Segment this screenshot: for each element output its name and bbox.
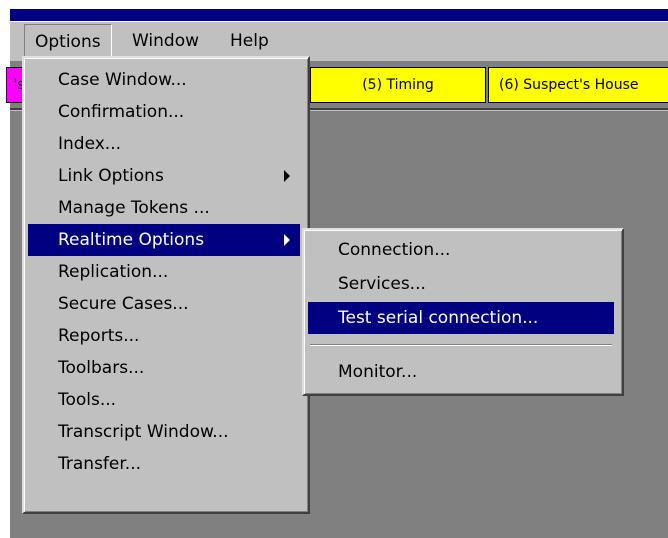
menu-options[interactable]: Options [24, 24, 112, 60]
menu-item-index[interactable]: Index... [28, 128, 300, 160]
menu-item-reports[interactable]: Reports... [28, 320, 300, 352]
menu-item-replication[interactable]: Replication... [28, 256, 300, 288]
submenu-separator [310, 344, 612, 346]
menu-item-transcript-window[interactable]: Transcript Window... [28, 416, 300, 448]
options-menu: Case Window... Confirmation... Index... … [22, 56, 310, 514]
menu-help[interactable]: Help [220, 22, 279, 60]
menu-item-realtime-options[interactable]: Realtime Options [28, 224, 300, 256]
submenu-item-monitor[interactable]: Monitor... [308, 356, 614, 388]
menu-item-secure-cases[interactable]: Secure Cases... [28, 288, 300, 320]
submenu-item-test-serial-connection[interactable]: Test serial connection... [308, 302, 614, 334]
menu-window[interactable]: Window [122, 22, 209, 60]
realtime-options-submenu: Connection... Services... Test serial co… [302, 228, 624, 396]
window-title-bar [10, 9, 668, 21]
menu-item-link-options[interactable]: Link Options [28, 160, 300, 192]
menu-item-case-window[interactable]: Case Window... [28, 64, 300, 96]
submenu-item-connection[interactable]: Connection... [308, 234, 614, 266]
submenu-arrow-icon [284, 234, 290, 246]
menu-item-manage-tokens[interactable]: Manage Tokens ... [28, 192, 300, 224]
tab-suspects-house[interactable]: (6) Suspect's House [488, 67, 668, 103]
submenu-arrow-icon [284, 170, 290, 182]
menu-item-toolbars[interactable]: Toolbars... [28, 352, 300, 384]
menu-item-label: Realtime Options [58, 230, 205, 250]
menu-item-transfer[interactable]: Transfer... [28, 448, 300, 480]
menu-item-tools[interactable]: Tools... [28, 384, 300, 416]
tab-timing[interactable]: (5) Timing [310, 67, 486, 103]
submenu-item-services[interactable]: Services... [308, 268, 614, 300]
menu-item-confirmation[interactable]: Confirmation... [28, 96, 300, 128]
menu-item-label: Link Options [58, 166, 164, 186]
